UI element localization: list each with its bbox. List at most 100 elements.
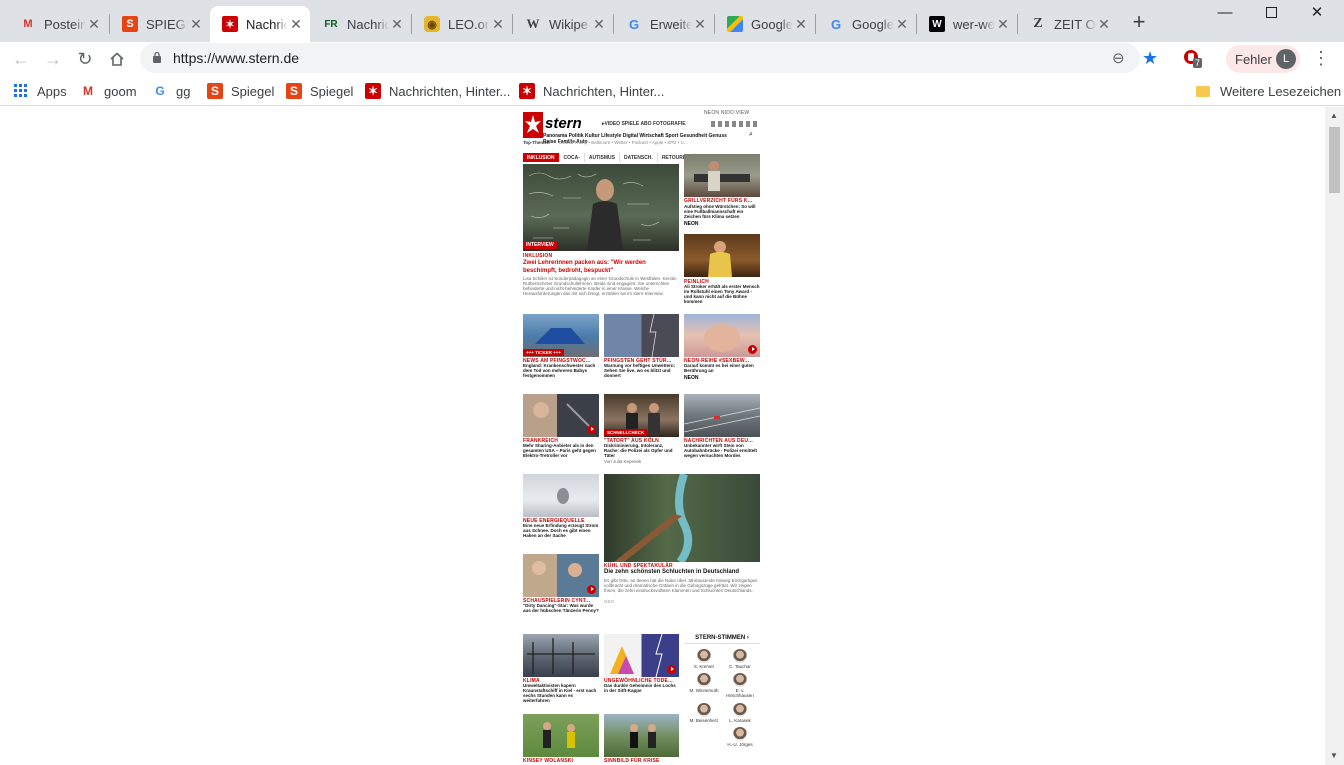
row2-img-3[interactable] xyxy=(684,314,760,357)
close-icon[interactable]: ✕ xyxy=(894,16,910,32)
stimmen-person[interactable]: M. Winnemuth xyxy=(686,673,722,693)
stimmen-person[interactable]: L. Karasek xyxy=(722,703,758,723)
lead-headline[interactable]: Zwei Lehrerinnen packen aus: "Wir werden… xyxy=(523,259,679,275)
tab-google-maps[interactable]: Google ✕ xyxy=(715,6,815,42)
bookmark-spiegel-1[interactable]: S Spiegel xyxy=(207,80,274,102)
tag-item[interactable]: DATENSCH. xyxy=(620,153,658,162)
bookmark-stern-1[interactable]: ✶ Nachrichten, Hinter... xyxy=(365,80,510,102)
minimize-icon[interactable]: — xyxy=(1202,0,1248,24)
row6-img-1[interactable] xyxy=(523,634,599,677)
close-icon[interactable]: ✕ xyxy=(1096,16,1112,32)
tab-wer-weiss-was[interactable]: W wer-we ✕ xyxy=(917,6,1017,42)
tab-spiegel[interactable]: S SPIEGEL ✕ xyxy=(110,6,210,42)
stimmen-person[interactable]: C. Tauchar xyxy=(722,649,758,669)
play-icon[interactable] xyxy=(587,585,596,594)
row2-headline-3[interactable]: Darauf kommt es bei einer guten Berührun… xyxy=(684,363,760,373)
row3-headline-1[interactable]: Mehr Sharing-Anbieter als in den gesamte… xyxy=(523,443,599,458)
row7-img-2[interactable] xyxy=(604,714,679,757)
stimmen-title[interactable]: STERN-STIMMEN › xyxy=(684,635,760,644)
bookmark-other-folder[interactable]: Weitere Lesezeichen xyxy=(1196,80,1341,102)
tab-google-advanced[interactable]: G Erweite ✕ xyxy=(614,6,714,42)
scrollbar-thumb[interactable] xyxy=(1329,127,1340,193)
side2-image[interactable] xyxy=(684,234,760,277)
profile-error-button[interactable]: Fehler L xyxy=(1226,45,1300,73)
row4-img-1[interactable] xyxy=(523,474,599,517)
scroll-up-icon[interactable]: ▲ xyxy=(1330,111,1338,120)
side1-headline[interactable]: Aufstieg ohne Würstchen: So will eine Fu… xyxy=(684,204,760,219)
stimmen-person[interactable]: E. v. Hirschhausen xyxy=(722,673,758,698)
sub-nav[interactable]: ▸VIDEO SPIELE ABO FOTOGRAFIE xyxy=(602,121,686,127)
row6-headline-1[interactable]: Umweltaktivisten kapern Kraunstaftschiff… xyxy=(523,683,599,703)
row2-headline-1[interactable]: England: Krankenschwester nach dem Tod v… xyxy=(523,363,599,378)
gorge-headline[interactable]: Die zehn schönsten Schluchten in Deutsch… xyxy=(604,569,760,576)
side2-headline[interactable]: Ali Stroker erhält als erster Mensch im … xyxy=(684,284,760,304)
bookmark-spiegel-2[interactable]: S Spiegel xyxy=(286,80,353,102)
tag-item[interactable]: COCA- xyxy=(560,153,585,162)
window-close-icon[interactable]: ✕ xyxy=(1294,0,1340,24)
maximize-icon[interactable] xyxy=(1248,0,1294,24)
search-icon[interactable]: ⌕ xyxy=(749,131,753,139)
tab-gmail[interactable]: M Postein ✕ xyxy=(8,6,108,42)
row7-img-1[interactable] xyxy=(523,714,599,757)
tab-fr[interactable]: FR Nachric ✕ xyxy=(311,6,411,42)
forward-arrow-icon[interactable]: → xyxy=(39,45,67,73)
tab-google[interactable]: G Google ✕ xyxy=(816,6,916,42)
bookmark-star-icon[interactable]: ★ xyxy=(1142,48,1158,69)
play-icon[interactable] xyxy=(667,665,676,674)
tag-item[interactable]: AUTISMUS xyxy=(585,153,621,162)
row3-img-2[interactable]: SCHNELLCHECK xyxy=(604,394,679,437)
tab-leo[interactable]: ◉ LEO.org ✕ xyxy=(412,6,512,42)
close-icon[interactable]: ✕ xyxy=(995,16,1011,32)
social-icons[interactable] xyxy=(711,121,759,127)
bookmark-gg[interactable]: G gg xyxy=(152,80,190,102)
zoom-out-icon[interactable]: ⊖ xyxy=(1112,49,1125,67)
close-icon[interactable]: ✕ xyxy=(86,16,102,32)
row3-img-3[interactable] xyxy=(684,394,760,437)
row3-headline-3[interactable]: Unbekannter wirft Stein von Autobahnbrüc… xyxy=(684,443,760,458)
gorge-image[interactable] xyxy=(604,474,760,562)
tag-item[interactable]: INKLUSION xyxy=(523,153,560,162)
back-arrow-icon[interactable]: ← xyxy=(7,45,35,73)
close-icon[interactable]: ✕ xyxy=(288,16,304,32)
row5-headline[interactable]: "Dirty Dancing"-Star: Was wurde aus der … xyxy=(523,603,599,613)
row2-img-1[interactable]: +++ TICKER +++ xyxy=(523,314,599,357)
top-nav[interactable]: NEON NIDO VIEW xyxy=(704,110,749,116)
stimmen-person[interactable]: H.-U. Jörges xyxy=(722,727,758,747)
close-icon[interactable]: ✕ xyxy=(490,16,506,32)
row2-img-2[interactable] xyxy=(604,314,679,357)
row4-headline-1[interactable]: Eine neue Erfindung erzeugt Strom aus Sc… xyxy=(523,523,599,538)
bookmark-goom[interactable]: M goom xyxy=(80,80,137,102)
row6-headline-2[interactable]: Das dunkle Geheimnis des Lochs in der Si… xyxy=(604,683,679,693)
row3-img-1[interactable] xyxy=(523,394,599,437)
tab-stern-active[interactable]: ✶ Nachric ✕ xyxy=(210,6,310,42)
row5-img[interactable] xyxy=(523,554,599,597)
play-icon[interactable] xyxy=(587,425,596,434)
stimmen-person[interactable]: S. Kremer xyxy=(686,649,722,669)
extension-icon[interactable]: 7 xyxy=(1182,48,1204,70)
side1-image[interactable] xyxy=(684,154,760,197)
row3-headline-2[interactable]: Diskriminierung, Intoleranz, Rache: die … xyxy=(604,443,679,458)
bookmark-apps[interactable]: Apps xyxy=(13,80,67,102)
tab-wikipedia[interactable]: W Wikipe ✕ xyxy=(513,6,613,42)
close-icon[interactable]: ✕ xyxy=(591,16,607,32)
tab-zeit[interactable]: Z ZEIT O ✕ xyxy=(1018,6,1118,42)
reload-icon[interactable]: ↻ xyxy=(71,45,99,73)
lock-icon xyxy=(153,51,161,63)
menu-kebab-icon[interactable]: ⋮ xyxy=(1312,48,1330,69)
play-icon[interactable] xyxy=(748,345,757,354)
bookmark-stern-2[interactable]: ✶ Nachrichten, Hinter... xyxy=(519,80,664,102)
row2-headline-2[interactable]: Warnung vor heftigen Unwettern: Sehen Si… xyxy=(604,363,679,378)
google-maps-icon xyxy=(727,16,743,32)
new-tab-button[interactable]: + xyxy=(1126,9,1152,35)
lead-image[interactable]: INTERVIEW xyxy=(523,164,679,251)
page-scrollbar[interactable]: ▲ ▼ xyxy=(1325,107,1344,765)
address-bar[interactable]: https://www.stern.de ⊖ xyxy=(140,43,1140,73)
home-icon[interactable] xyxy=(103,45,131,73)
close-icon[interactable]: ✕ xyxy=(793,16,809,32)
stimmen-person[interactable]: M. Beisenherz xyxy=(686,703,722,723)
close-icon[interactable]: ✕ xyxy=(692,16,708,32)
scroll-down-icon[interactable]: ▼ xyxy=(1330,751,1338,760)
close-icon[interactable]: ✕ xyxy=(389,16,405,32)
row6-img-2[interactable] xyxy=(604,634,679,677)
close-icon[interactable]: ✕ xyxy=(188,16,204,32)
